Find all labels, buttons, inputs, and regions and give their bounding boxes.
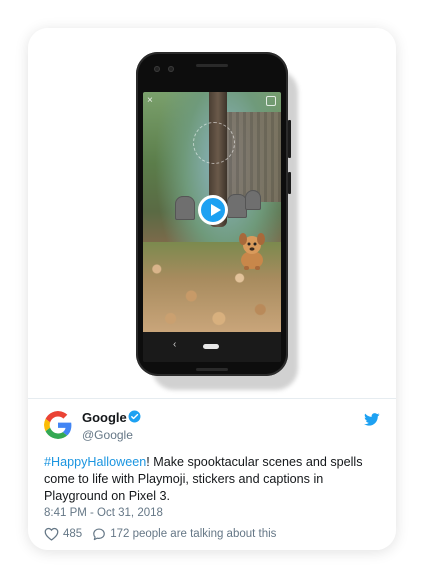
tweet-card: i xyxy=(28,28,396,550)
phone-power-button xyxy=(288,120,291,158)
delete-icon xyxy=(266,96,276,106)
cartoon-dog-playmoji xyxy=(239,233,265,270)
like-button[interactable]: 485 xyxy=(44,527,82,541)
conversation-count-text: 172 people are talking about this xyxy=(110,528,277,540)
fence xyxy=(225,112,281,202)
bottom-speaker xyxy=(196,368,228,371)
reply-icon xyxy=(93,528,106,541)
hashtag-link[interactable]: #HappyHalloween xyxy=(44,455,146,469)
conversation-link[interactable]: 172 people are talking about this xyxy=(92,527,276,541)
verified-badge-icon xyxy=(128,410,141,423)
like-count: 485 xyxy=(63,528,83,540)
close-icon: × xyxy=(147,95,153,106)
tweet-actions: 485 172 people are talking about this xyxy=(44,526,286,542)
twitter-bird-icon[interactable] xyxy=(364,413,380,426)
phone-device: × ‹ xyxy=(136,52,288,376)
author-name[interactable]: Google xyxy=(82,410,127,425)
home-pill-icon xyxy=(203,344,219,349)
author-handle[interactable]: @Google xyxy=(82,428,133,442)
spider-web xyxy=(193,122,235,164)
phone-screen: × ‹ xyxy=(143,92,281,362)
front-camera xyxy=(154,66,160,72)
tweet-body: Google @Google #HappyHalloween! Make spo… xyxy=(28,398,396,550)
back-icon: ‹ xyxy=(173,339,177,350)
android-nav-bar: ‹ xyxy=(143,332,281,362)
tweet-timestamp[interactable]: 8:41 PM - Oct 31, 2018 xyxy=(44,507,163,519)
play-icon[interactable] xyxy=(198,195,228,225)
page: i xyxy=(0,0,424,580)
phone-volume-button xyxy=(288,172,291,194)
tweet-text: #HappyHalloween! Make spooktacular scene… xyxy=(44,454,374,505)
google-logo-avatar[interactable] xyxy=(44,411,72,439)
tombstone xyxy=(245,190,261,210)
heart-icon xyxy=(44,527,59,541)
tombstone xyxy=(175,196,195,220)
video-media[interactable]: × ‹ xyxy=(28,28,396,398)
earpiece-speaker xyxy=(196,64,228,67)
tombstone xyxy=(227,194,247,218)
front-sensor xyxy=(168,66,174,72)
